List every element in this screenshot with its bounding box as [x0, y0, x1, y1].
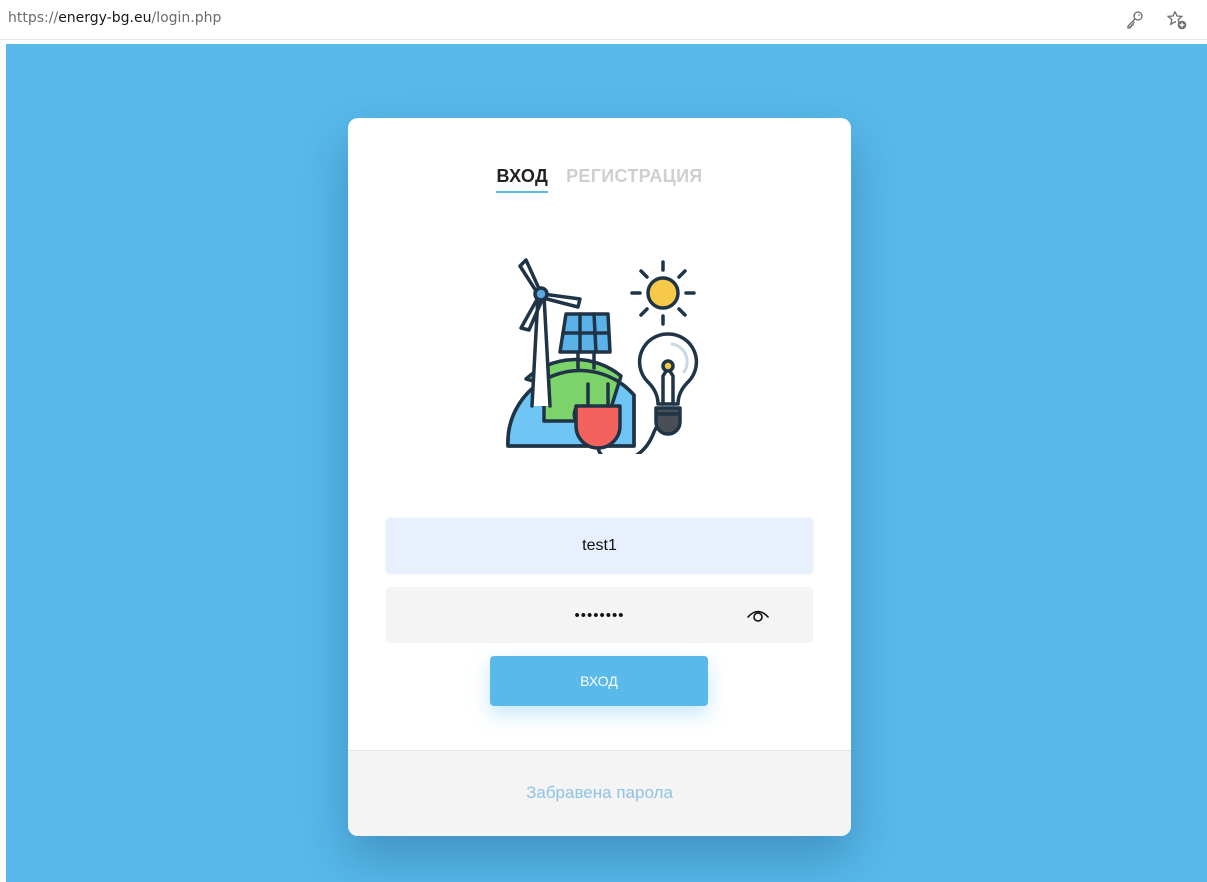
- login-button[interactable]: ВХОД: [490, 656, 708, 706]
- url-path: /login.php: [151, 10, 222, 26]
- tab-register[interactable]: РЕГИСТРАЦИЯ: [566, 166, 702, 191]
- key-icon[interactable]: [1124, 9, 1146, 31]
- favorites-add-icon[interactable]: [1166, 9, 1188, 31]
- username-input[interactable]: [386, 518, 813, 574]
- login-card: ВХОД РЕГИСТРАЦИЯ test1 ВХОД Забравена па…: [348, 118, 851, 836]
- card-footer: Забравена парола: [348, 750, 851, 836]
- password-field[interactable]: [386, 587, 813, 643]
- tab-login[interactable]: ВХОД: [496, 166, 549, 193]
- url-scheme: https://: [8, 10, 59, 26]
- url-field[interactable]: https://energy-bg.eu/login.php: [8, 10, 221, 26]
- browser-address-bar: https://energy-bg.eu/login.php: [0, 0, 1207, 40]
- login-tabs: ВХОД РЕГИСТРАЦИЯ: [348, 166, 851, 193]
- username-field[interactable]: [386, 518, 813, 574]
- eye-icon[interactable]: [746, 605, 770, 625]
- url-host: energy-bg.eu: [58, 10, 152, 26]
- forgot-password-link[interactable]: Забравена парола: [526, 783, 673, 803]
- renewable-energy-icon: [496, 256, 706, 454]
